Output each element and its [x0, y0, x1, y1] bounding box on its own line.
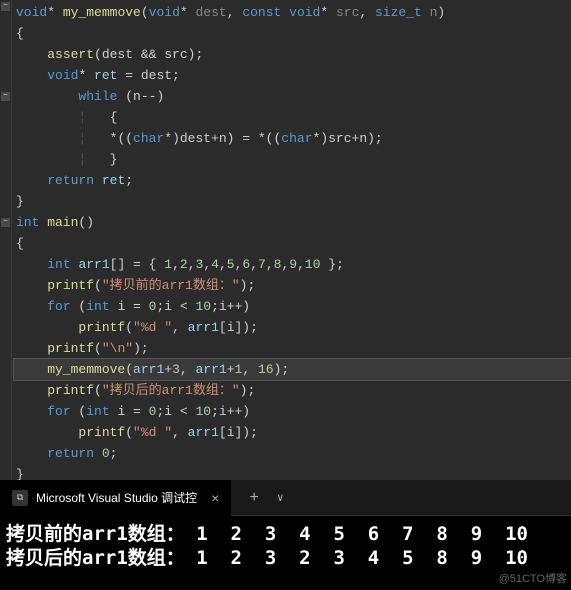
code-line[interactable]: for (int i = 0;i < 10;i++): [14, 401, 571, 422]
tab-bar: ⧉ Microsoft Visual Studio 调试控 × + ∨: [0, 480, 571, 516]
code-line[interactable]: ¦ }: [14, 149, 571, 170]
fold-marker-icon[interactable]: −: [1, 92, 10, 101]
code-line[interactable]: printf("\n");: [14, 338, 571, 359]
watermark: @51CTO博客: [499, 570, 567, 586]
code-content[interactable]: void* my_memmove(void* dest, const void*…: [14, 2, 571, 485]
code-line[interactable]: return ret;: [14, 170, 571, 191]
code-line[interactable]: int arr1[] = { 1,2,3,4,5,6,7,8,9,10 };: [14, 254, 571, 275]
code-line[interactable]: int main(): [14, 212, 571, 233]
code-line[interactable]: {: [14, 233, 571, 254]
code-line[interactable]: }: [14, 191, 571, 212]
fold-marker-icon[interactable]: −: [1, 2, 10, 11]
code-line[interactable]: return 0;: [14, 443, 571, 464]
code-line[interactable]: printf("%d ", arr1[i]);: [14, 317, 571, 338]
code-line[interactable]: ¦ *((char*)dest+n) = *((char*)src+n);: [14, 128, 571, 149]
tab-actions: + ∨: [231, 489, 283, 507]
code-line[interactable]: printf("%d ", arr1[i]);: [14, 422, 571, 443]
code-line[interactable]: ¦ {: [14, 107, 571, 128]
code-line[interactable]: for (int i = 0;i < 10;i++): [14, 296, 571, 317]
code-line[interactable]: void* ret = dest;: [14, 65, 571, 86]
new-tab-button[interactable]: +: [249, 489, 259, 507]
code-line[interactable]: assert(dest && src);: [14, 44, 571, 65]
terminal-icon: ⧉: [12, 490, 28, 506]
code-line[interactable]: {: [14, 23, 571, 44]
chevron-down-icon[interactable]: ∨: [277, 491, 284, 505]
tab-title: Microsoft Visual Studio 调试控: [36, 489, 197, 506]
code-editor[interactable]: − − − void* my_memmove(void* dest, const…: [0, 0, 571, 480]
code-line[interactable]: printf("拷贝后的arr1数组：");: [14, 380, 571, 401]
fold-marker-icon[interactable]: −: [1, 218, 10, 227]
code-line[interactable]: void* my_memmove(void* dest, const void*…: [14, 2, 571, 23]
console-output[interactable]: 拷贝前的arr1数组： 1 2 3 4 5 6 7 8 9 10 拷贝后的arr…: [0, 516, 571, 576]
terminal-tab[interactable]: ⧉ Microsoft Visual Studio 调试控 ×: [0, 480, 231, 516]
code-line[interactable]: while (n--): [14, 86, 571, 107]
close-icon[interactable]: ×: [211, 490, 219, 506]
terminal-panel: ⧉ Microsoft Visual Studio 调试控 × + ∨ 拷贝前的…: [0, 480, 571, 590]
code-line[interactable]: printf("拷贝前的arr1数组：");: [14, 275, 571, 296]
code-line-highlighted[interactable]: my_memmove(arr1+3, arr1+1, 16);: [14, 359, 571, 380]
gutter: − − −: [0, 0, 12, 480]
